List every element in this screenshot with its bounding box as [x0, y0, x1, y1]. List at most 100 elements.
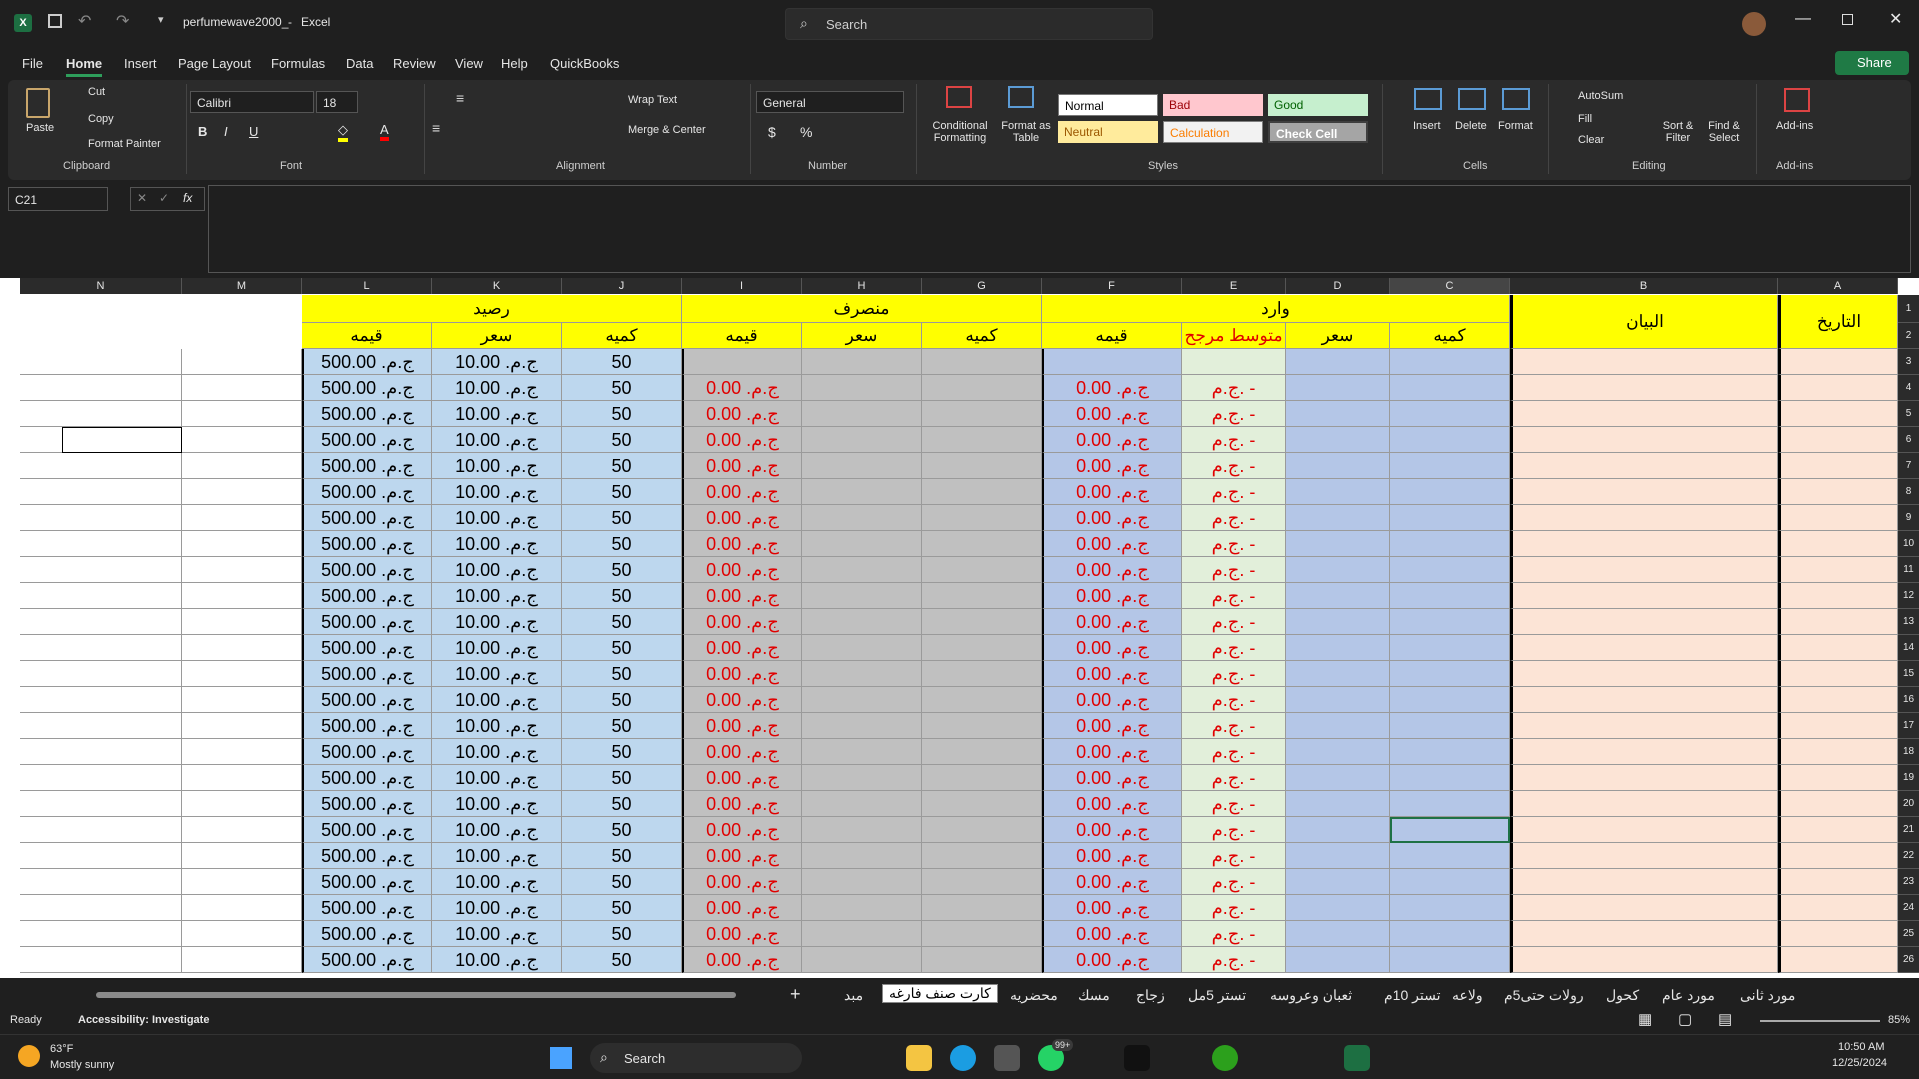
header-incoming[interactable]: وارد — [1042, 295, 1510, 323]
statement-cell[interactable] — [1510, 505, 1778, 531]
statement-cell[interactable] — [1510, 843, 1778, 869]
subheader-value[interactable]: قيمه — [1042, 323, 1182, 349]
subheader-price[interactable]: سعر — [802, 323, 922, 349]
balance-price-cell[interactable]: ج.م. 10.00 — [432, 817, 562, 843]
out-price-cell[interactable] — [802, 375, 922, 401]
statement-cell[interactable] — [1510, 401, 1778, 427]
cell[interactable] — [182, 843, 302, 869]
statement-cell[interactable] — [1510, 869, 1778, 895]
balance-qty-cell[interactable]: 50 — [562, 427, 682, 453]
cell[interactable] — [182, 531, 302, 557]
insert-cells-icon[interactable] — [1414, 88, 1442, 110]
customize-toolbar-icon[interactable]: ▾ — [158, 13, 164, 26]
balance-price-cell[interactable]: ج.م. 10.00 — [432, 869, 562, 895]
cell[interactable] — [182, 583, 302, 609]
balance-qty-cell[interactable]: 50 — [562, 557, 682, 583]
sheet-tab[interactable]: مبد — [844, 987, 863, 1004]
italic-button[interactable]: I — [224, 124, 228, 139]
row-header[interactable]: 12 — [1898, 583, 1919, 609]
cell[interactable] — [182, 557, 302, 583]
balance-value-cell[interactable]: ج.م. 500.00 — [302, 661, 432, 687]
out-value-cell[interactable]: ج.م. 0.00 — [682, 583, 802, 609]
subheader-qty[interactable]: كميه — [1390, 323, 1510, 349]
edge-icon[interactable] — [950, 1045, 976, 1071]
row-header[interactable]: 26 — [1898, 947, 1919, 973]
out-price-cell[interactable] — [802, 557, 922, 583]
out-value-cell[interactable]: ج.م. 0.00 — [682, 453, 802, 479]
statement-cell[interactable] — [1510, 713, 1778, 739]
cell[interactable] — [182, 713, 302, 739]
out-price-cell[interactable] — [802, 791, 922, 817]
in-price-cell[interactable] — [1286, 869, 1390, 895]
statement-cell[interactable] — [1510, 583, 1778, 609]
out-qty-cell[interactable] — [922, 505, 1042, 531]
balance-value-cell[interactable]: ج.م. 500.00 — [302, 895, 432, 921]
out-qty-cell[interactable] — [922, 817, 1042, 843]
in-value-cell[interactable]: ج.م. 0.00 — [1042, 635, 1182, 661]
menu-help[interactable]: Help — [501, 56, 528, 71]
in-qty-cell[interactable] — [1390, 895, 1510, 921]
row-header[interactable]: 9 — [1898, 505, 1919, 531]
cell[interactable] — [182, 453, 302, 479]
style-good[interactable]: Good — [1268, 94, 1368, 116]
avg-cell[interactable]: ج.م. - — [1182, 947, 1286, 973]
sheet-tab[interactable]: ولاعه — [1452, 987, 1483, 1004]
cell[interactable] — [182, 505, 302, 531]
in-qty-cell[interactable] — [1390, 635, 1510, 661]
avg-cell[interactable]: ج.م. - — [1182, 375, 1286, 401]
font-size-dropdown[interactable]: 18 — [316, 91, 358, 113]
out-qty-cell[interactable] — [922, 427, 1042, 453]
sheet-tab[interactable]: زجاج — [1136, 987, 1165, 1004]
out-price-cell[interactable] — [802, 453, 922, 479]
out-price-cell[interactable] — [802, 687, 922, 713]
row-header[interactable]: 25 — [1898, 921, 1919, 947]
balance-qty-cell[interactable]: 50 — [562, 531, 682, 557]
autosum-button[interactable]: AutoSum — [1578, 90, 1623, 102]
normal-view-icon[interactable]: ▦ — [1638, 1010, 1652, 1028]
out-value-cell[interactable]: ج.م. 0.00 — [682, 895, 802, 921]
in-value-cell[interactable]: ج.م. 0.00 — [1042, 427, 1182, 453]
undo-icon[interactable]: ↶ — [78, 11, 91, 31]
balance-price-cell[interactable]: ج.م. 10.00 — [432, 687, 562, 713]
balance-qty-cell[interactable]: 50 — [562, 869, 682, 895]
out-value-cell[interactable]: ج.م. 0.00 — [682, 401, 802, 427]
sheet-tab[interactable]: مورد ثانى — [1740, 987, 1795, 1004]
in-qty-cell[interactable] — [1390, 791, 1510, 817]
in-value-cell[interactable]: ج.م. 0.00 — [1042, 843, 1182, 869]
in-value-cell[interactable]: ج.م. 0.00 — [1042, 713, 1182, 739]
in-qty-cell[interactable] — [1390, 427, 1510, 453]
balance-price-cell[interactable]: ج.م. 10.00 — [432, 609, 562, 635]
date-cell[interactable] — [1778, 635, 1898, 661]
out-price-cell[interactable] — [802, 947, 922, 973]
row-header[interactable]: 11 — [1898, 557, 1919, 583]
in-price-cell[interactable] — [1286, 687, 1390, 713]
number-format-dropdown[interactable]: General — [756, 91, 904, 113]
out-price-cell[interactable] — [802, 843, 922, 869]
avatar[interactable] — [1742, 12, 1766, 36]
out-qty-cell[interactable] — [922, 557, 1042, 583]
out-value-cell[interactable]: ج.م. 0.00 — [682, 531, 802, 557]
balance-qty-cell[interactable]: 50 — [562, 921, 682, 947]
accessibility-status[interactable]: Accessibility: Investigate — [78, 1014, 209, 1026]
row-header[interactable]: 3 — [1898, 349, 1919, 375]
balance-value-cell[interactable]: ج.م. 500.00 — [302, 687, 432, 713]
in-qty-cell[interactable] — [1390, 947, 1510, 973]
in-price-cell[interactable] — [1286, 817, 1390, 843]
balance-value-cell[interactable]: ج.م. 500.00 — [302, 375, 432, 401]
avg-cell[interactable]: ج.م. - — [1182, 843, 1286, 869]
balance-qty-cell[interactable]: 50 — [562, 843, 682, 869]
out-value-cell[interactable]: ج.م. 0.00 — [682, 947, 802, 973]
avg-cell[interactable]: ج.م. - — [1182, 583, 1286, 609]
balance-qty-cell[interactable]: 50 — [562, 687, 682, 713]
cell[interactable] — [20, 895, 182, 921]
out-value-cell[interactable]: ج.م. 0.00 — [682, 661, 802, 687]
in-price-cell[interactable] — [1286, 739, 1390, 765]
out-qty-cell[interactable] — [922, 791, 1042, 817]
function-icon[interactable]: fx — [183, 191, 192, 205]
statement-cell[interactable] — [1510, 349, 1778, 375]
cell[interactable] — [20, 843, 182, 869]
in-price-cell[interactable] — [1286, 921, 1390, 947]
out-price-cell[interactable] — [802, 427, 922, 453]
out-qty-cell[interactable] — [922, 713, 1042, 739]
avg-cell[interactable]: ج.م. - — [1182, 609, 1286, 635]
